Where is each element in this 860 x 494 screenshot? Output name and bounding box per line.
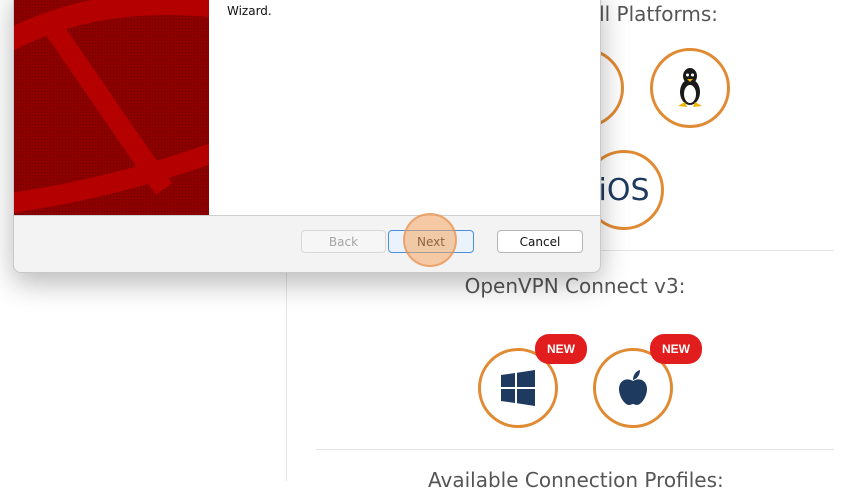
connect-heading: OpenVPN Connect v3: bbox=[464, 274, 686, 298]
back-button[interactable]: Back bbox=[301, 230, 386, 253]
wizard-content-area: Wizard. bbox=[209, 0, 600, 215]
new-badge: NEW bbox=[650, 334, 702, 364]
section-divider bbox=[316, 449, 834, 450]
cancel-button[interactable]: Cancel bbox=[497, 230, 583, 253]
next-button[interactable]: Next bbox=[388, 230, 474, 253]
setup-wizard-dialog: Wizard. Back Next Cancel bbox=[13, 0, 601, 273]
dialog-separator bbox=[14, 215, 600, 216]
windows-icon bbox=[501, 370, 535, 406]
new-badge: NEW bbox=[535, 334, 587, 364]
banner-graphic bbox=[14, 0, 209, 215]
wizard-description: Wizard. bbox=[227, 4, 272, 18]
profiles-heading: Available Connection Profiles: bbox=[428, 468, 724, 492]
ios-label: iOS bbox=[598, 172, 650, 208]
linux-icon bbox=[678, 68, 702, 107]
wizard-banner-image bbox=[14, 0, 209, 215]
linux-download-button[interactable] bbox=[650, 48, 730, 128]
apple-icon bbox=[619, 370, 647, 405]
